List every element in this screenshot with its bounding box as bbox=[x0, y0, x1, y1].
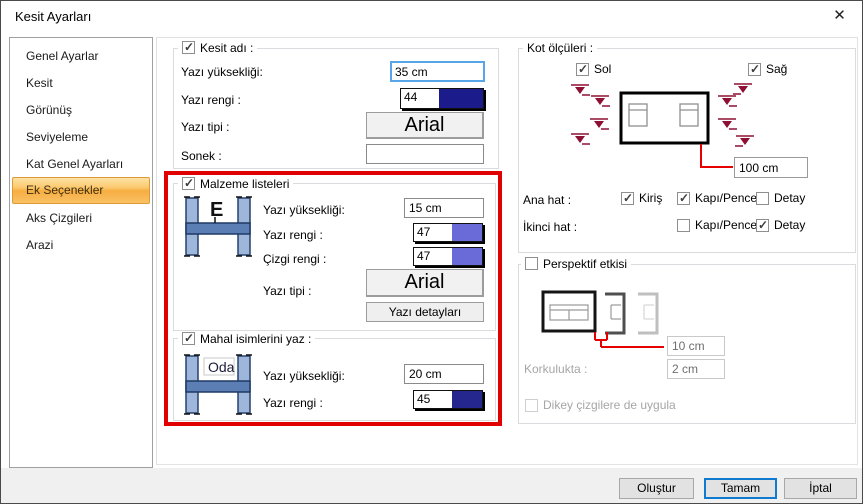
malzeme-cizgi-rengi-label: Çizgi rengi : bbox=[263, 252, 326, 266]
mahal-yukseklik-input[interactable] bbox=[404, 364, 484, 384]
svg-text:E: E bbox=[210, 199, 223, 221]
ikinci-hat-label: İkinci hat : bbox=[523, 220, 577, 234]
ana-kiris-row: Kiriş bbox=[621, 191, 662, 205]
mahal-rengi-index: 45 bbox=[414, 391, 452, 408]
footer-bar: Oluştur Tamam İptal bbox=[1, 468, 863, 504]
kesit-tipi-label: Yazı tipi : bbox=[181, 120, 229, 134]
ikinci-kapi-checkbox[interactable] bbox=[677, 219, 690, 232]
malzeme-yukseklik-label: Yazı yüksekliği: bbox=[263, 203, 345, 217]
kesit-adi-checkbox[interactable] bbox=[182, 41, 195, 54]
ana-detay-label: Detay bbox=[774, 191, 805, 205]
dikey-checkbox[interactable] bbox=[525, 399, 538, 412]
kot-offset-input[interactable] bbox=[734, 157, 808, 178]
ana-hat-label: Ana hat : bbox=[523, 193, 571, 207]
mahal-yukseklik-label: Yazı yüksekliği: bbox=[263, 369, 345, 383]
kesit-font-button[interactable]: Arial bbox=[366, 112, 484, 139]
kesit-adi-label: Kesit adı : bbox=[200, 41, 253, 55]
kesit-rengi-colorfield[interactable]: 44 bbox=[400, 88, 484, 109]
korkulukta-label: Korkulukta : bbox=[524, 362, 587, 376]
ana-kiris-label: Kiriş bbox=[639, 191, 662, 205]
sidebar-item-seviyeleme[interactable]: Seviyeleme bbox=[12, 123, 150, 150]
malzeme-checkbox[interactable] bbox=[182, 177, 195, 190]
tamam-button[interactable]: Tamam bbox=[704, 478, 777, 499]
sag-checkbox[interactable] bbox=[748, 63, 761, 76]
kesit-rengi-swatch bbox=[439, 89, 483, 108]
mahal-group-title: Mahal isimlerini yaz : bbox=[178, 331, 315, 346]
sidebar-item-aks-cizgileri[interactable]: Aks Çizgileri bbox=[12, 204, 150, 231]
malzeme-tipi-label: Yazı tipi : bbox=[263, 284, 311, 298]
dialog-title: Kesit Ayarları bbox=[15, 1, 91, 32]
sag-checkbox-row: Sağ bbox=[748, 62, 787, 76]
perspektif-group-title: Perspektif etkisi bbox=[521, 256, 631, 271]
malzeme-cizgi-rengi-swatch bbox=[452, 248, 482, 265]
sag-label: Sağ bbox=[766, 62, 787, 76]
perspektif-offset-input[interactable] bbox=[667, 336, 725, 356]
ikinci-detay-label: Detay bbox=[774, 218, 805, 232]
malzeme-yazi-rengi-index: 47 bbox=[414, 224, 452, 241]
sidebar-item-genel-ayarlar[interactable]: Genel Ayarlar bbox=[12, 42, 150, 69]
malzeme-yukseklik-input[interactable] bbox=[404, 198, 484, 218]
kesit-ayarlari-dialog: Kesit Ayarları ✕ Genel Ayarlar Kesit Gör… bbox=[0, 0, 863, 504]
malzeme-cizgi-rengi-colorfield[interactable]: 47 bbox=[413, 247, 483, 266]
sonek-input[interactable] bbox=[366, 144, 484, 164]
sidebar-item-kesit[interactable]: Kesit bbox=[12, 69, 150, 96]
titlebar: Kesit Ayarları ✕ bbox=[1, 1, 862, 32]
sidebar-item-arazi[interactable]: Arazi bbox=[12, 231, 150, 258]
kesit-rengi-label: Yazı rengi : bbox=[181, 93, 241, 107]
ikinci-detay-checkbox[interactable] bbox=[756, 219, 769, 232]
dikey-row: Dikey çizgilere de uygula bbox=[525, 398, 676, 412]
mahal-checkbox[interactable] bbox=[182, 332, 195, 345]
svg-text:Oda: Oda bbox=[208, 359, 235, 375]
sidebar-item-gorunus[interactable]: Görünüş bbox=[12, 96, 150, 123]
malzeme-section-icon: E bbox=[181, 195, 255, 259]
mahal-label: Mahal isimlerini yaz : bbox=[200, 332, 311, 346]
ana-detay-row: Detay bbox=[756, 191, 805, 205]
mahal-rengi-colorfield[interactable]: 45 bbox=[413, 390, 483, 409]
ana-kapi-checkbox[interactable] bbox=[677, 192, 690, 205]
yazi-detaylari-button[interactable]: Yazı detayları bbox=[366, 302, 484, 322]
kot-olculeri-title: Kot ölçüleri : bbox=[523, 41, 597, 56]
kesit-yukseklik-label: Yazı yüksekliği: bbox=[181, 65, 263, 79]
malzeme-yazi-rengi-swatch bbox=[452, 224, 482, 241]
sidebar-item-ek-secenekler[interactable]: Ek Seçenekler bbox=[12, 177, 150, 204]
mahal-rengi-swatch bbox=[452, 391, 482, 408]
sonek-label: Sonek : bbox=[181, 149, 222, 163]
malzeme-yazi-rengi-label: Yazı rengi : bbox=[263, 228, 323, 242]
olustur-button[interactable]: Oluştur bbox=[619, 478, 694, 499]
ana-detay-checkbox[interactable] bbox=[756, 192, 769, 205]
sol-checkbox-row: Sol bbox=[576, 62, 611, 76]
perspektif-label: Perspektif etkisi bbox=[543, 257, 627, 271]
settings-nav-sidebar: Genel Ayarlar Kesit Görünüş Seviyeleme K… bbox=[9, 37, 153, 468]
mahal-rengi-label: Yazı rengi : bbox=[263, 396, 323, 410]
kesit-yukseklik-input[interactable] bbox=[390, 61, 485, 82]
mahal-section-icon: Oda bbox=[181, 353, 255, 417]
malzeme-group-title: Malzeme listeleri bbox=[178, 176, 293, 191]
iptal-button[interactable]: İptal bbox=[784, 478, 857, 499]
dikey-label: Dikey çizgilere de uygula bbox=[543, 398, 676, 412]
ikinci-kapi-row: Kapı/Pencere bbox=[677, 218, 768, 232]
sol-checkbox[interactable] bbox=[576, 63, 589, 76]
malzeme-yazi-rengi-colorfield[interactable]: 47 bbox=[413, 223, 483, 242]
ana-kiris-checkbox[interactable] bbox=[621, 192, 634, 205]
malzeme-cizgi-rengi-index: 47 bbox=[414, 248, 452, 265]
kesit-adi-group-title: Kesit adı : bbox=[178, 40, 257, 55]
close-icon[interactable]: ✕ bbox=[817, 1, 862, 31]
kesit-rengi-index: 44 bbox=[401, 89, 439, 108]
malzeme-label: Malzeme listeleri bbox=[200, 177, 289, 191]
ana-kapi-row: Kapı/Pencere bbox=[677, 191, 768, 205]
korkulukta-input[interactable] bbox=[667, 359, 725, 379]
ikinci-detay-row: Detay bbox=[756, 218, 805, 232]
perspektif-checkbox[interactable] bbox=[525, 257, 538, 270]
malzeme-font-button[interactable]: Arial bbox=[366, 269, 484, 297]
sidebar-item-kat-genel-ayarlari[interactable]: Kat Genel Ayarları bbox=[12, 150, 150, 177]
sol-label: Sol bbox=[594, 62, 611, 76]
